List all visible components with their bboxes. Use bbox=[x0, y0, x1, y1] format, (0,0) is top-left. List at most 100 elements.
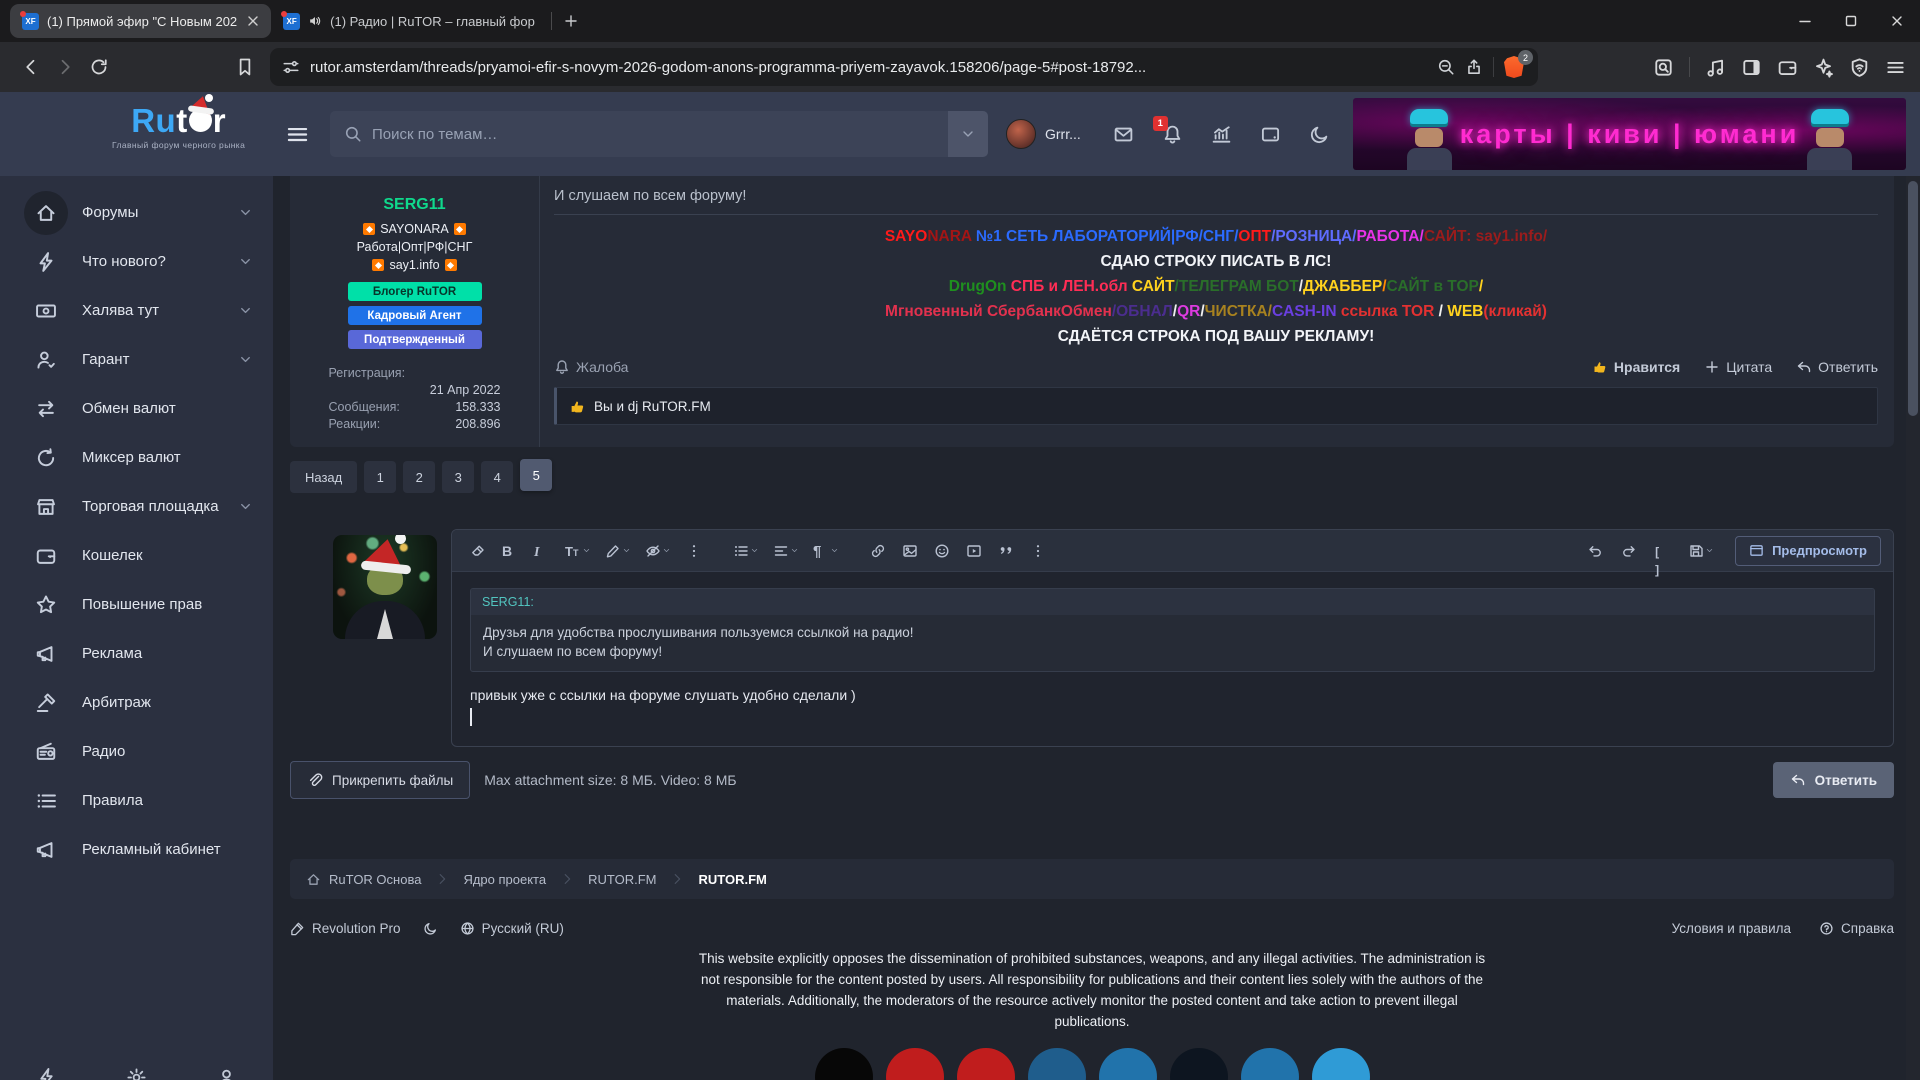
url-text[interactable]: rutor.amsterdam/threads/pryamoi-efir-s-n… bbox=[310, 59, 1427, 76]
search-page-icon[interactable] bbox=[1653, 57, 1674, 78]
terms-link[interactable]: Условия и правила bbox=[1672, 921, 1791, 936]
post-ad-line-3[interactable]: Мгновенный СбербанкОбмен/ОБНАЛ/QR/ЧИСТКА… bbox=[554, 299, 1878, 324]
new-tab-button[interactable] bbox=[558, 8, 584, 34]
post-ad-line-2[interactable]: DrugOn СПБ и ЛЕН.обл САЙТ/ТЕЛЕГРАМ БОТ/Д… bbox=[554, 274, 1878, 299]
brave-shield-icon[interactable]: 2 bbox=[1504, 56, 1526, 78]
editor-bold-button[interactable]: B bbox=[496, 537, 524, 565]
author-badge[interactable]: Блогер RuTOR bbox=[348, 282, 482, 301]
account-icon[interactable] bbox=[216, 1067, 237, 1080]
sidebar-item-4[interactable]: Обмен валют bbox=[0, 384, 273, 433]
sidebar-item-3[interactable]: Гарант bbox=[0, 335, 273, 384]
social-link-4[interactable] bbox=[1099, 1048, 1157, 1080]
site-logo[interactable]: Rutr Главный форум черного рынка bbox=[112, 104, 245, 150]
reload-button[interactable] bbox=[82, 50, 116, 84]
social-link-1[interactable] bbox=[886, 1048, 944, 1080]
quote-author[interactable]: SERG11: bbox=[471, 589, 1874, 615]
reply-link[interactable]: Ответить bbox=[1796, 359, 1878, 375]
editor-italic-button[interactable]: I bbox=[528, 537, 556, 565]
site-settings-icon[interactable] bbox=[282, 58, 300, 76]
bookmark-icon[interactable] bbox=[228, 50, 262, 84]
zoom-out-icon[interactable] bbox=[1437, 58, 1455, 76]
search-options-dropdown[interactable] bbox=[948, 111, 988, 157]
liked-by-bar[interactable]: Вы и dj RuTOR.FM bbox=[554, 387, 1878, 425]
editor-brackets-button[interactable]: [ ] bbox=[1649, 537, 1677, 565]
avatar[interactable] bbox=[1006, 119, 1036, 149]
scrollbar[interactable] bbox=[1906, 176, 1920, 1080]
social-link-0[interactable] bbox=[815, 1048, 873, 1080]
editor-redo-button[interactable] bbox=[1615, 537, 1643, 565]
like-button[interactable]: Нравится bbox=[1592, 359, 1680, 375]
post-ad-line-4[interactable]: СДАЁТСЯ СТРОКА ПОД ВАШУ РЕКЛАМУ! bbox=[554, 324, 1878, 349]
sidebar-item-10[interactable]: Арбитраж bbox=[0, 678, 273, 727]
sidebar-item-1[interactable]: Что нового? bbox=[0, 237, 273, 286]
sidebar-panel-icon[interactable] bbox=[1741, 57, 1762, 78]
editor-dots-button[interactable] bbox=[1024, 537, 1052, 565]
username[interactable]: Grrr... bbox=[1045, 126, 1081, 142]
editor-save-button[interactable] bbox=[1683, 537, 1719, 565]
browser-tab-1[interactable]: XF (1) Прямой эфир "С Новым 202 bbox=[10, 4, 271, 38]
editor-undo-button[interactable] bbox=[1581, 537, 1609, 565]
window-maximize-button[interactable] bbox=[1828, 0, 1874, 42]
browser-tab-2[interactable]: XF (1) Радио | RuTOR – главный фор bbox=[271, 4, 545, 38]
hamburger-menu-icon[interactable] bbox=[285, 122, 310, 147]
submit-reply-button[interactable]: Ответить bbox=[1773, 762, 1894, 798]
breadcrumb-item-2[interactable]: RUTOR.FM bbox=[588, 872, 656, 887]
quote-button[interactable]: Цитата bbox=[1704, 359, 1772, 375]
help-link[interactable]: Справка bbox=[1819, 921, 1894, 936]
sidebar-item-5[interactable]: Миксер валют bbox=[0, 433, 273, 482]
sidebar-item-0[interactable]: Форумы bbox=[0, 188, 273, 237]
search-bar[interactable] bbox=[330, 111, 988, 157]
post-ad-line-0[interactable]: SAYONARA №1 СЕТЬ ЛАБОРАТОРИЙ|РФ/СНГ/ОПТ/… bbox=[554, 224, 1878, 249]
editor-eyeoff-button[interactable] bbox=[640, 537, 676, 565]
wallet-icon[interactable] bbox=[1777, 57, 1798, 78]
editor-quote-button[interactable] bbox=[992, 537, 1020, 565]
messages-icon[interactable] bbox=[1113, 124, 1134, 145]
author-name[interactable]: SERG11 bbox=[298, 196, 531, 214]
sidebar-item-12[interactable]: Правила bbox=[0, 776, 273, 825]
stats-icon[interactable] bbox=[1211, 124, 1232, 145]
pagination-page-4[interactable]: 4 bbox=[481, 461, 513, 493]
current-user-avatar[interactable] bbox=[333, 535, 437, 639]
social-link-5[interactable] bbox=[1170, 1048, 1228, 1080]
editor-pilcrow-button[interactable]: ¶ bbox=[808, 537, 844, 565]
style-chooser[interactable]: Revolution Pro bbox=[290, 921, 401, 936]
back-button[interactable] bbox=[14, 50, 48, 84]
sidebar-item-8[interactable]: Повышение прав bbox=[0, 580, 273, 629]
pagination-page-5[interactable]: 5 bbox=[520, 459, 552, 491]
reply-draft-text[interactable]: привык уже с ссылки на форуме слушать уд… bbox=[470, 687, 1875, 703]
pagination-page-1[interactable]: 1 bbox=[364, 461, 396, 493]
editor-eraser-button[interactable] bbox=[464, 537, 492, 565]
editor-dots-button[interactable] bbox=[680, 537, 708, 565]
editor-media-button[interactable] bbox=[960, 537, 988, 565]
editor-content[interactable]: SERG11: Друзья для удобства прослушивани… bbox=[452, 572, 1893, 746]
language-chooser[interactable]: Русский (RU) bbox=[460, 921, 564, 936]
pagination-page-3[interactable]: 3 bbox=[442, 461, 474, 493]
editor-ul-button[interactable] bbox=[728, 537, 764, 565]
author-badge[interactable]: Подтвержденный bbox=[348, 330, 482, 349]
social-link-2[interactable] bbox=[957, 1048, 1015, 1080]
social-link-6[interactable] bbox=[1241, 1048, 1299, 1080]
editor-pen-button[interactable] bbox=[600, 537, 636, 565]
preview-button[interactable]: Предпросмотр bbox=[1735, 536, 1881, 566]
forward-button[interactable] bbox=[48, 50, 82, 84]
pagination-page-2[interactable]: 2 bbox=[403, 461, 435, 493]
editor-image-button[interactable] bbox=[896, 537, 924, 565]
gear-icon[interactable] bbox=[126, 1067, 147, 1080]
sidebar-item-9[interactable]: Реклама bbox=[0, 629, 273, 678]
sidebar-item-13[interactable]: Рекламный кабинет bbox=[0, 825, 273, 874]
media-playing-icon[interactable] bbox=[1705, 57, 1726, 78]
attach-files-button[interactable]: Прикрепить файлы bbox=[290, 761, 470, 799]
social-link-3[interactable] bbox=[1028, 1048, 1086, 1080]
tab-audio-icon[interactable] bbox=[308, 14, 322, 28]
sidebar-item-11[interactable]: Радио bbox=[0, 727, 273, 776]
window-minimize-button[interactable] bbox=[1782, 0, 1828, 42]
scrollbar-thumb[interactable] bbox=[1908, 181, 1918, 416]
sidebar-item-2[interactable]: Халява тут bbox=[0, 286, 273, 335]
ai-assistant-icon[interactable] bbox=[1813, 57, 1834, 78]
menu-icon[interactable] bbox=[1885, 57, 1906, 78]
editor-link-button[interactable] bbox=[864, 537, 892, 565]
author-badge[interactable]: Кадровый Агент bbox=[348, 306, 482, 325]
editor-align-button[interactable] bbox=[768, 537, 804, 565]
search-input[interactable] bbox=[362, 126, 948, 143]
notifications-bell-icon[interactable]: 1 bbox=[1162, 124, 1183, 145]
